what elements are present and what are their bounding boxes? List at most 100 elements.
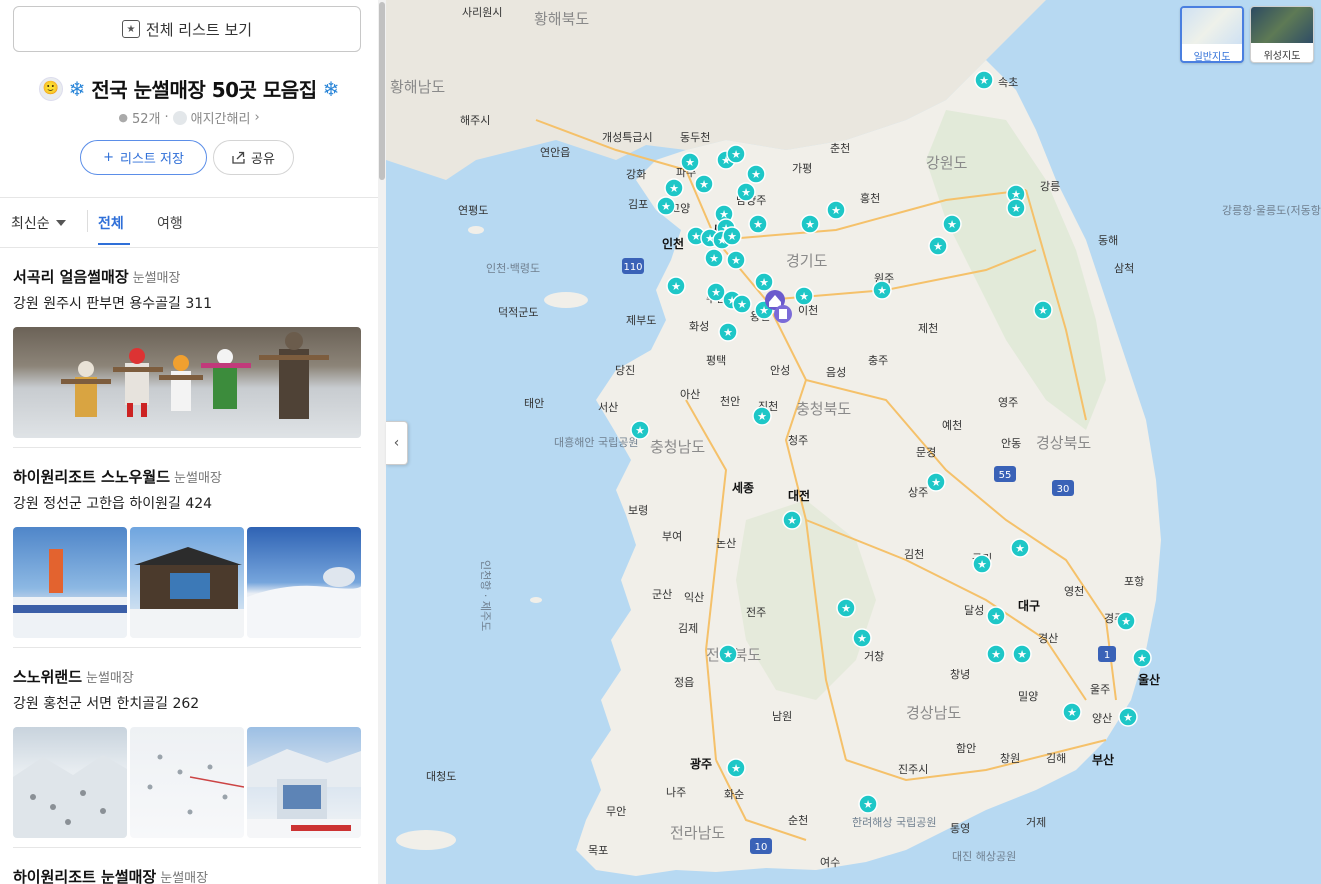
town-label: 강화 [626, 168, 646, 181]
map-type-normal[interactable]: 일반지도 [1180, 6, 1244, 63]
place-name[interactable]: 서곡리 얼음썰매장 [13, 268, 129, 286]
place-marker[interactable]: ★ [664, 178, 684, 198]
svg-text:55: 55 [999, 470, 1012, 481]
place-marker[interactable]: ★ [858, 794, 878, 814]
star-icon: ★ [857, 632, 867, 645]
place-marker[interactable]: ★ [754, 272, 774, 292]
town-label: 무안 [606, 805, 626, 818]
filter-separator [87, 210, 88, 232]
place-marker[interactable]: ★ [666, 276, 686, 296]
place-marker[interactable]: ★ [972, 554, 992, 574]
place-photo[interactable] [13, 327, 361, 438]
star-icon: ★ [863, 798, 873, 811]
save-list-button[interactable]: + 리스트 저장 [80, 140, 207, 175]
star-icon: ★ [805, 218, 815, 231]
map-island [544, 292, 588, 308]
place-marker[interactable]: ★ [1012, 644, 1032, 664]
place-photo[interactable] [247, 727, 361, 838]
place-marker[interactable]: ★ [746, 164, 766, 184]
place-marker[interactable]: ★ [928, 236, 948, 256]
place-marker[interactable]: ★ [718, 322, 738, 342]
place-marker[interactable]: ★ [986, 606, 1006, 626]
star-icon: ★ [661, 200, 671, 213]
place-marker[interactable]: ★ [1033, 300, 1053, 320]
tab-travel[interactable]: 여행 [157, 213, 183, 233]
town-label: 충주 [868, 354, 888, 367]
place-photo[interactable] [13, 527, 127, 638]
place-marker[interactable]: ★ [1116, 611, 1136, 631]
place-marker[interactable]: ★ [782, 510, 802, 530]
city-label: 인천 [662, 236, 684, 251]
place-item[interactable]: 스노위랜드 눈썰매장 강원 홍천군 서면 한치골길 262 [13, 666, 361, 838]
place-marker[interactable]: ★ [726, 250, 746, 270]
place-marker[interactable]: ★ [736, 182, 756, 202]
tab-all[interactable]: 전체 [98, 213, 124, 233]
place-photos[interactable] [13, 327, 361, 438]
place-marker[interactable]: ★ [986, 644, 1006, 664]
place-marker[interactable]: ★ [732, 294, 752, 314]
collapse-panel-button[interactable]: ‹ [386, 421, 408, 465]
place-marker[interactable]: ★ [800, 214, 820, 234]
place-marker[interactable]: ★ [926, 472, 946, 492]
place-address: 강원 원주시 판부면 용수골길 311 [13, 296, 213, 312]
place-marker[interactable]: ★ [1010, 538, 1030, 558]
place-marker[interactable]: ★ [836, 598, 856, 618]
place-marker[interactable]: ★ [1132, 648, 1152, 668]
place-marker[interactable]: ★ [656, 196, 676, 216]
place-photo[interactable] [130, 727, 244, 838]
place-marker[interactable]: ★ [942, 214, 962, 234]
place-marker[interactable]: ★ [1006, 198, 1026, 218]
town-label: 아산 [680, 388, 700, 401]
place-marker[interactable]: ★ [706, 282, 726, 302]
place-marker[interactable]: ★ [748, 214, 768, 234]
place-marker[interactable]: ★ [704, 248, 724, 268]
place-marker[interactable]: ★ [680, 152, 700, 172]
town-label: 안성 [770, 364, 790, 377]
place-marker[interactable]: ★ [794, 286, 814, 306]
place-marker[interactable]: ★ [630, 420, 650, 440]
author-link[interactable]: 애지간해리 [191, 108, 251, 127]
map-type-normal-label: 일반지도 [1193, 52, 1231, 63]
snowy-hills-illustration [13, 755, 127, 838]
place-marker[interactable]: ★ [872, 280, 892, 300]
panel-scrollbar[interactable] [378, 0, 386, 884]
scrollbar-thumb[interactable] [379, 2, 385, 180]
place-marker[interactable]: ★ [752, 406, 772, 426]
place-marker[interactable]: ★ [726, 758, 746, 778]
place-marker[interactable]: ★ [1118, 707, 1138, 727]
place-marker[interactable]: ★ [852, 628, 872, 648]
place-name[interactable]: 하이원리조트 눈썰매장 [13, 868, 156, 884]
place-photos[interactable] [13, 527, 361, 638]
place-marker[interactable]: ★ [718, 644, 738, 664]
map-view[interactable]: 황해북도 황해남도 강원도 경기도 충청북도 충청남도 경상북도 전라북도 경상… [386, 0, 1321, 884]
author-avatar[interactable]: 🙂 [38, 76, 63, 101]
full-list-button[interactable]: ★ 전체 리스트 보기 [13, 6, 361, 52]
place-marker[interactable]: ★ [726, 144, 746, 164]
divider [13, 447, 361, 448]
town-label: 순천 [788, 813, 808, 827]
place-marker[interactable]: ★ [826, 200, 846, 220]
sort-dropdown[interactable]: 최신순 [11, 213, 66, 233]
place-photo[interactable] [247, 527, 361, 638]
place-marker[interactable]: ★ [694, 174, 714, 194]
place-item[interactable]: 서곡리 얼음썰매장 눈썰매장 강원 원주시 판부면 용수골길 311 [13, 266, 361, 438]
town-label: 상주 [908, 486, 928, 499]
scarecrows-illustration [61, 332, 329, 419]
place-marker[interactable]: ★ [974, 70, 994, 90]
place-name[interactable]: 하이원리조트 스노우월드 [13, 468, 170, 486]
place-marker[interactable]: ★ [722, 226, 742, 246]
place-item[interactable]: 하이원리조트 스노우월드 눈썰매장 강원 정선군 고한읍 하이원길 424 [13, 466, 361, 638]
place-photos[interactable] [13, 727, 361, 838]
korea-map[interactable]: 황해북도 황해남도 강원도 경기도 충청북도 충청남도 경상북도 전라북도 경상… [386, 0, 1321, 884]
province-label: 충청남도 [650, 438, 705, 456]
place-marker[interactable]: ★ [1062, 702, 1082, 722]
share-button[interactable]: 공유 [213, 140, 294, 175]
place-item[interactable]: 하이원리조트 눈썰매장 눈썰매장 [13, 866, 361, 884]
place-photo[interactable] [13, 727, 127, 838]
place-name[interactable]: 스노위랜드 [13, 668, 82, 686]
star-icon: ★ [799, 290, 809, 303]
place-count: 52개 [131, 112, 161, 127]
place-photo[interactable] [130, 527, 244, 638]
map-type-satellite[interactable]: 위성지도 [1250, 6, 1314, 63]
town-label: 서산 [598, 401, 618, 414]
